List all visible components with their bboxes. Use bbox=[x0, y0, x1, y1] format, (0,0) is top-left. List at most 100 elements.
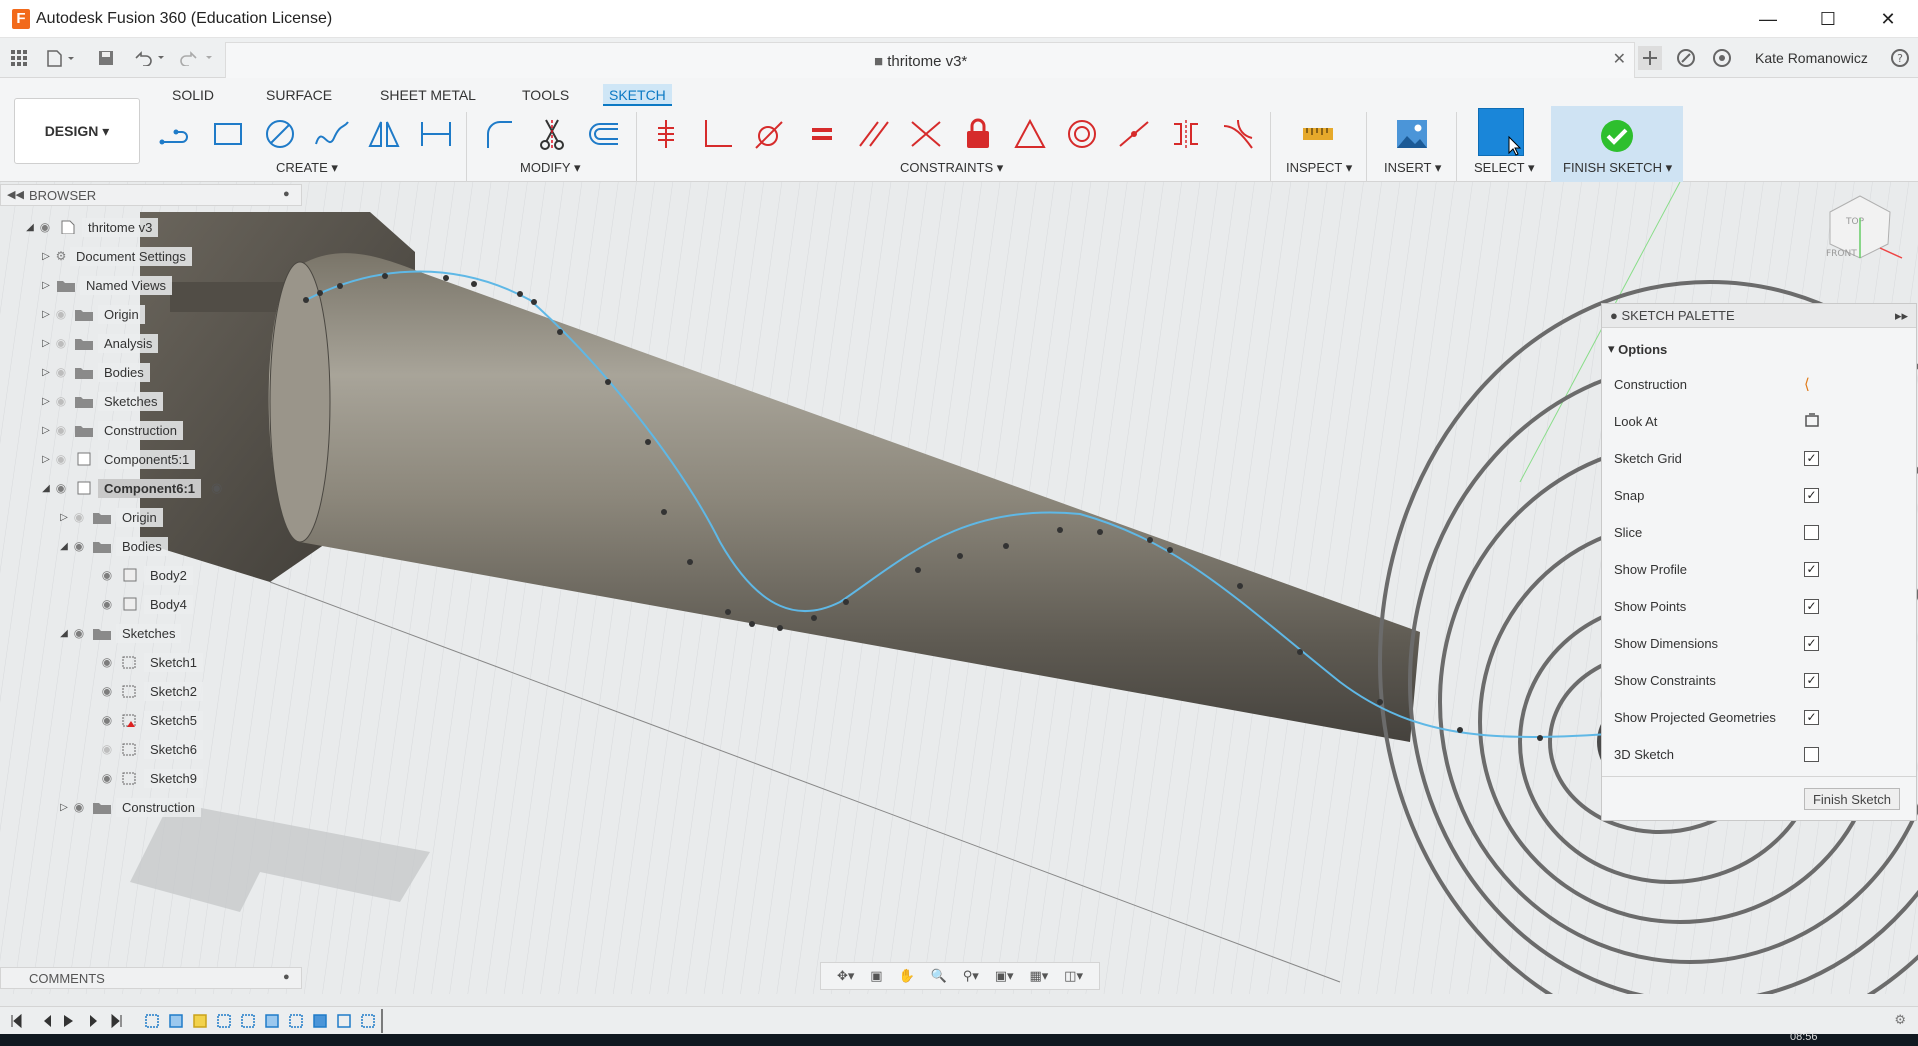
fillet-tool-icon[interactable] bbox=[478, 112, 522, 156]
tab-sheet-metal[interactable]: SHEET METAL bbox=[380, 84, 476, 106]
perpendicular-constraint-icon[interactable] bbox=[696, 112, 740, 156]
expand-triangle-icon[interactable]: ▷ bbox=[40, 453, 52, 465]
snap-checkbox[interactable]: ✓ bbox=[1804, 487, 1819, 503]
redo-icon[interactable] bbox=[180, 48, 216, 68]
orbit-icon[interactable]: ✥▾ bbox=[837, 968, 854, 984]
expand-triangle-icon[interactable]: ▷ bbox=[40, 366, 52, 378]
save-icon[interactable] bbox=[98, 48, 114, 68]
select-tool-button[interactable] bbox=[1478, 108, 1524, 156]
activate-radio-icon[interactable]: ◉ bbox=[211, 480, 222, 496]
hidden-eye-icon[interactable]: ◉ bbox=[52, 394, 70, 408]
tree-item-body4[interactable]: ◉ Body4 bbox=[98, 593, 193, 615]
horizontal-vertical-constraint-icon[interactable] bbox=[644, 112, 688, 156]
tree-item-component5[interactable]: ▷ ◉ Component5:1 bbox=[40, 448, 196, 470]
tree-item-c6-sketches[interactable]: ◢ ◉ Sketches bbox=[58, 622, 182, 644]
hidden-eye-icon[interactable]: ◉ bbox=[52, 365, 70, 379]
slice-checkbox[interactable] bbox=[1804, 524, 1819, 540]
tree-item-body2[interactable]: ◉ Body2 bbox=[98, 564, 193, 586]
tree-item-sketch1[interactable]: ◉ Sketch1 bbox=[98, 651, 203, 673]
3d-sketch-checkbox[interactable] bbox=[1804, 746, 1819, 762]
tree-item-component6[interactable]: ◢ ◉ Component6:1 ◉ bbox=[40, 477, 222, 499]
tab-surface[interactable]: SURFACE bbox=[266, 84, 332, 106]
tree-item-analysis[interactable]: ▷ ◉ Analysis bbox=[40, 332, 159, 354]
tree-item-sketches[interactable]: ▷ ◉ Sketches bbox=[40, 390, 164, 412]
new-tab-button[interactable] bbox=[1638, 38, 1662, 78]
collapse-triangle-icon[interactable]: ▾ bbox=[1608, 341, 1615, 357]
tree-item-bodies[interactable]: ▷ ◉ Bodies bbox=[40, 361, 150, 383]
expand-triangle-icon[interactable]: ▷ bbox=[40, 424, 52, 436]
select-group-label[interactable]: SELECT ▾ bbox=[1474, 160, 1534, 176]
midpoint-constraint-icon[interactable] bbox=[1008, 112, 1052, 156]
concentric-constraint-icon[interactable] bbox=[1060, 112, 1104, 156]
hidden-eye-icon[interactable]: ◉ bbox=[70, 510, 88, 524]
tree-root[interactable]: ◢ ◉ thritome v3 bbox=[24, 216, 159, 238]
zoom-icon[interactable]: 🔍 bbox=[931, 968, 947, 984]
hidden-eye-icon[interactable]: ◉ bbox=[52, 452, 70, 466]
timeline-settings-gear-icon[interactable]: ⚙ bbox=[1894, 1012, 1906, 1028]
tree-item-construction[interactable]: ▷ ◉ Construction bbox=[40, 419, 183, 441]
expand-triangle-icon[interactable]: ▷ bbox=[40, 250, 52, 262]
tree-item-sketch9[interactable]: ◉ Sketch9 bbox=[98, 767, 203, 789]
tree-item-origin[interactable]: ▷ ◉ Origin bbox=[40, 303, 145, 325]
tree-item-c6-origin[interactable]: ▷ ◉ Origin bbox=[58, 506, 163, 528]
show-points-checkbox[interactable]: ✓ bbox=[1804, 598, 1819, 614]
expand-triangle-icon[interactable]: ▷ bbox=[40, 308, 52, 320]
document-tab[interactable]: ■ thritome v3* ✕ bbox=[225, 42, 1635, 78]
show-dimensions-checkbox[interactable]: ✓ bbox=[1804, 635, 1819, 651]
finish-sketch-group[interactable]: FINISH SKETCH ▾ bbox=[1551, 106, 1683, 182]
tree-item-document-settings[interactable]: ▷ ⚙ Document Settings bbox=[40, 245, 192, 267]
minimize-button[interactable]: — bbox=[1738, 0, 1798, 38]
palette-collapse-icon[interactable]: ● bbox=[1610, 308, 1618, 323]
measure-tool-icon[interactable] bbox=[1296, 112, 1340, 156]
equal-constraint-icon[interactable] bbox=[800, 112, 844, 156]
visibility-eye-icon[interactable]: ◉ bbox=[98, 771, 116, 785]
visibility-eye-icon[interactable]: ◉ bbox=[70, 539, 88, 553]
view-cube-front-label[interactable]: FRONT bbox=[1826, 249, 1857, 259]
options-section-header[interactable]: ▾ Options bbox=[1608, 334, 1898, 364]
inspect-group-label[interactable]: INSPECT ▾ bbox=[1286, 160, 1352, 176]
tab-tools[interactable]: TOOLS bbox=[522, 84, 569, 106]
sketch-dimension-icon[interactable] bbox=[414, 112, 458, 156]
sketch-grid-checkbox[interactable]: ✓ bbox=[1804, 450, 1819, 466]
tree-item-sketch6[interactable]: ◉ Sketch6 bbox=[98, 738, 203, 760]
maximize-button[interactable]: ☐ bbox=[1798, 0, 1858, 38]
collinear-constraint-icon[interactable] bbox=[1112, 112, 1156, 156]
visibility-eye-icon[interactable]: ◉ bbox=[98, 684, 116, 698]
mirror-tool-icon[interactable] bbox=[362, 112, 406, 156]
modify-group-label[interactable]: MODIFY ▾ bbox=[520, 160, 580, 176]
visibility-eye-icon[interactable]: ◉ bbox=[98, 713, 116, 727]
look-at-icon[interactable]: ▣ bbox=[870, 968, 882, 984]
offset-tool-icon[interactable] bbox=[582, 112, 626, 156]
help-icon[interactable]: ? bbox=[1890, 38, 1910, 78]
construction-toggle-icon[interactable]: ⟨ bbox=[1804, 375, 1810, 393]
fit-icon[interactable]: ⚲▾ bbox=[963, 968, 979, 984]
show-projected-checkbox[interactable]: ✓ bbox=[1804, 709, 1819, 725]
fix-lock-icon[interactable] bbox=[956, 112, 1000, 156]
expand-triangle-icon[interactable]: ▷ bbox=[58, 511, 70, 523]
tree-item-sketch5[interactable]: ◉ Sketch5 bbox=[98, 709, 203, 731]
comments-panel-header[interactable]: COMMENTS ● bbox=[0, 967, 302, 989]
visibility-eye-icon[interactable]: ◉ bbox=[98, 655, 116, 669]
collapse-browser-icon[interactable]: ◀◀ bbox=[7, 188, 24, 201]
visibility-eye-icon[interactable]: ◉ bbox=[98, 568, 116, 582]
parallel-constraint-icon[interactable] bbox=[852, 112, 896, 156]
browser-options-icon[interactable]: ● bbox=[283, 188, 290, 200]
add-comment-icon[interactable]: ● bbox=[283, 971, 290, 983]
hidden-eye-icon[interactable]: ◉ bbox=[52, 423, 70, 437]
create-group-label[interactable]: CREATE ▾ bbox=[276, 160, 338, 176]
visibility-eye-icon[interactable]: ◉ bbox=[98, 597, 116, 611]
show-profile-checkbox[interactable]: ✓ bbox=[1804, 561, 1819, 577]
pan-hand-icon[interactable]: ✋ bbox=[899, 968, 915, 984]
tree-item-c6-bodies[interactable]: ◢ ◉ Bodies bbox=[58, 535, 168, 557]
user-name[interactable]: Kate Romanowicz bbox=[1755, 38, 1868, 78]
display-settings-icon[interactable]: ▣▾ bbox=[995, 968, 1014, 984]
visibility-eye-icon[interactable]: ◉ bbox=[70, 800, 88, 814]
collapse-triangle-icon[interactable]: ◢ bbox=[58, 627, 70, 639]
symmetry-constraint-icon[interactable] bbox=[1164, 112, 1208, 156]
file-menu-icon[interactable] bbox=[46, 48, 76, 68]
browser-header[interactable]: ◀◀ BROWSER ● bbox=[0, 184, 302, 206]
job-status-icon[interactable] bbox=[1712, 38, 1732, 78]
tree-item-c6-construction[interactable]: ▷ ◉ Construction bbox=[58, 796, 201, 818]
perpendicular-cross-icon[interactable] bbox=[904, 112, 948, 156]
expand-triangle-icon[interactable]: ▷ bbox=[40, 337, 52, 349]
